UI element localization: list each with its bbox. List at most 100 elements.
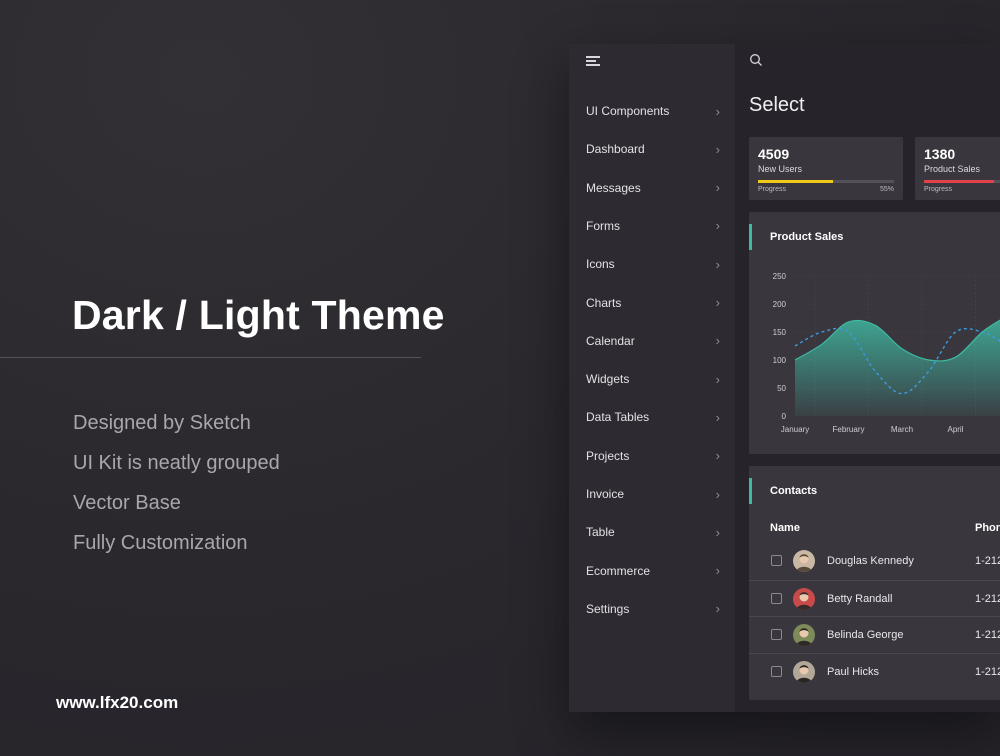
sidebar-item-label: Icons <box>586 257 615 272</box>
chevron-right-icon: › <box>715 295 720 310</box>
sidebar-item-messages[interactable]: Messages › <box>569 173 735 203</box>
panel-accent <box>749 478 752 504</box>
contacts-title: Contacts <box>770 485 818 497</box>
progress-bar <box>924 180 1000 183</box>
row-checkbox[interactable] <box>771 629 782 640</box>
table-row[interactable]: Betty Randall 1-212- <box>749 579 1000 616</box>
sidebar-item-data-tables[interactable]: Data Tables › <box>569 402 735 432</box>
chevron-right-icon: › <box>715 409 720 425</box>
progress-bar <box>758 180 894 183</box>
progress-percent: 55% <box>879 186 894 193</box>
chevron-right-icon: › <box>715 141 720 157</box>
chevron-right-icon: › <box>715 448 720 464</box>
page-title: Select <box>749 94 805 116</box>
chevron-right-icon: › <box>715 103 720 119</box>
sidebar-item-label: UI Components <box>586 104 670 118</box>
sidebar-item-table[interactable]: Table › <box>569 517 735 547</box>
chevron-right-icon: › <box>715 371 720 387</box>
sidebar-item-label: Settings <box>586 601 630 616</box>
progress-label: Progress <box>758 186 787 193</box>
app-window: UI Components › Dashboard › Messages › Forms › I… <box>569 44 1000 712</box>
sidebar-item-icons[interactable]: Icons › <box>569 249 735 279</box>
contact-phone: 1-212- <box>975 592 1000 605</box>
y-tick-label: 250 <box>773 272 787 281</box>
progress-label: Progress <box>924 186 953 193</box>
avatar <box>793 624 815 646</box>
sidebar-item-charts[interactable]: Charts › <box>569 288 735 318</box>
hero-divider <box>0 357 421 358</box>
sidebar-item-label: Forms <box>586 218 620 233</box>
contact-name: Douglas Kennedy <box>827 555 914 567</box>
sidebar-item-label: Invoice <box>586 487 625 501</box>
y-tick-label: 50 <box>777 384 786 393</box>
sidebar-item-calendar[interactable]: Calendar › <box>569 326 735 356</box>
sidebar-item-label: Table <box>586 525 615 540</box>
series-area <box>795 320 1000 416</box>
contact-phone: 1-212- <box>975 629 1000 641</box>
menu-icon[interactable] <box>586 56 600 66</box>
feature-item: UI Kit is neatly grouped <box>73 452 280 474</box>
y-tick-label: 100 <box>773 356 787 365</box>
progress-fill <box>924 180 994 183</box>
chevron-right-icon: › <box>715 256 720 272</box>
table-row[interactable]: Douglas Kennedy 1-212- <box>749 543 1000 579</box>
sidebar-item-label: Projects <box>586 448 630 463</box>
row-checkbox[interactable] <box>771 592 782 604</box>
column-header-phone[interactable]: Phor <box>975 522 1000 534</box>
stat-label: New Users <box>758 164 803 174</box>
contact-name: Belinda George <box>827 629 904 641</box>
feature-item: Fully Customization <box>73 532 248 554</box>
sidebar-item-label: Calendar <box>586 333 635 348</box>
sidebar-item-settings[interactable]: Settings › <box>569 594 735 624</box>
chevron-right-icon: › <box>715 180 720 196</box>
row-checkbox[interactable] <box>771 665 782 677</box>
chevron-right-icon: › <box>715 486 720 502</box>
y-tick-label: 0 <box>782 412 787 421</box>
sidebar-item-ecommerce[interactable]: Ecommerce › <box>569 556 735 586</box>
x-tick-label: January <box>781 425 809 434</box>
hero-title: Dark / Light Theme <box>72 292 445 338</box>
avatar <box>793 587 815 610</box>
avatar <box>793 660 815 683</box>
sidebar-item-label: Messages <box>586 180 641 195</box>
sidebar: UI Components › Dashboard › Messages › Forms › I… <box>569 44 735 712</box>
sidebar-item-widgets[interactable]: Widgets › <box>569 364 735 394</box>
x-tick-label: February <box>832 425 864 434</box>
product-sales-chart: 0 50 100 150 200 250 January February March April <box>773 272 1000 434</box>
sidebar-item-invoice[interactable]: Invoice › <box>569 479 735 509</box>
sidebar-item-dashboard[interactable]: Dashboard › <box>569 134 735 164</box>
avatar <box>793 550 815 572</box>
chevron-right-icon: › <box>715 563 720 579</box>
sidebar-item-label: Dashboard <box>586 142 645 157</box>
stat-label: Product Sales <box>924 164 981 174</box>
table-row[interactable]: Paul Hicks 1-212- <box>749 652 1000 689</box>
stat-value: 4509 <box>758 146 790 162</box>
chevron-right-icon: › <box>715 601 720 617</box>
x-tick-label: April <box>947 425 963 434</box>
feature-item: Designed by Sketch <box>73 412 251 434</box>
sidebar-item-ui-components[interactable]: UI Components › <box>569 96 735 126</box>
contacts-panel: Contacts Name Phor Douglas Kennedy 1-212-… <box>749 466 1000 700</box>
row-checkbox[interactable] <box>771 555 782 566</box>
stat-card-product-sales[interactable]: 1380 Product Sales Progress <box>915 137 1000 200</box>
stat-value: 1380 <box>924 146 956 162</box>
search-icon[interactable] <box>749 53 763 67</box>
table-row[interactable]: Belinda George 1-212- <box>749 616 1000 652</box>
column-header-name[interactable]: Name <box>770 522 800 534</box>
sidebar-item-label: Ecommerce <box>586 563 651 578</box>
sidebar-item-label: Widgets <box>586 372 630 387</box>
contact-name: Paul Hicks <box>827 665 879 678</box>
sidebar-item-projects[interactable]: Projects › <box>569 441 735 471</box>
sidebar-item-label: Charts <box>586 295 622 310</box>
feature-item: Vector Base <box>73 492 181 514</box>
product-sales-panel: Product Sales 0 50 100 150 200 250 January Febr… <box>749 212 1000 454</box>
chevron-right-icon: › <box>715 218 720 234</box>
feature-list: Designed by Sketch UI Kit is neatly grou… <box>73 410 280 570</box>
sidebar-item-forms[interactable]: Forms › <box>569 211 735 241</box>
progress-fill <box>758 180 833 183</box>
stat-card-new-users[interactable]: 4509 New Users Progress 55% <box>749 137 903 200</box>
chevron-right-icon: › <box>715 333 720 349</box>
contact-phone: 1-212- <box>975 665 1000 678</box>
site-url[interactable]: www.lfx20.com <box>56 693 178 713</box>
main-content: Select 4509 New Users Progress 55% 1380 … <box>735 44 1000 712</box>
